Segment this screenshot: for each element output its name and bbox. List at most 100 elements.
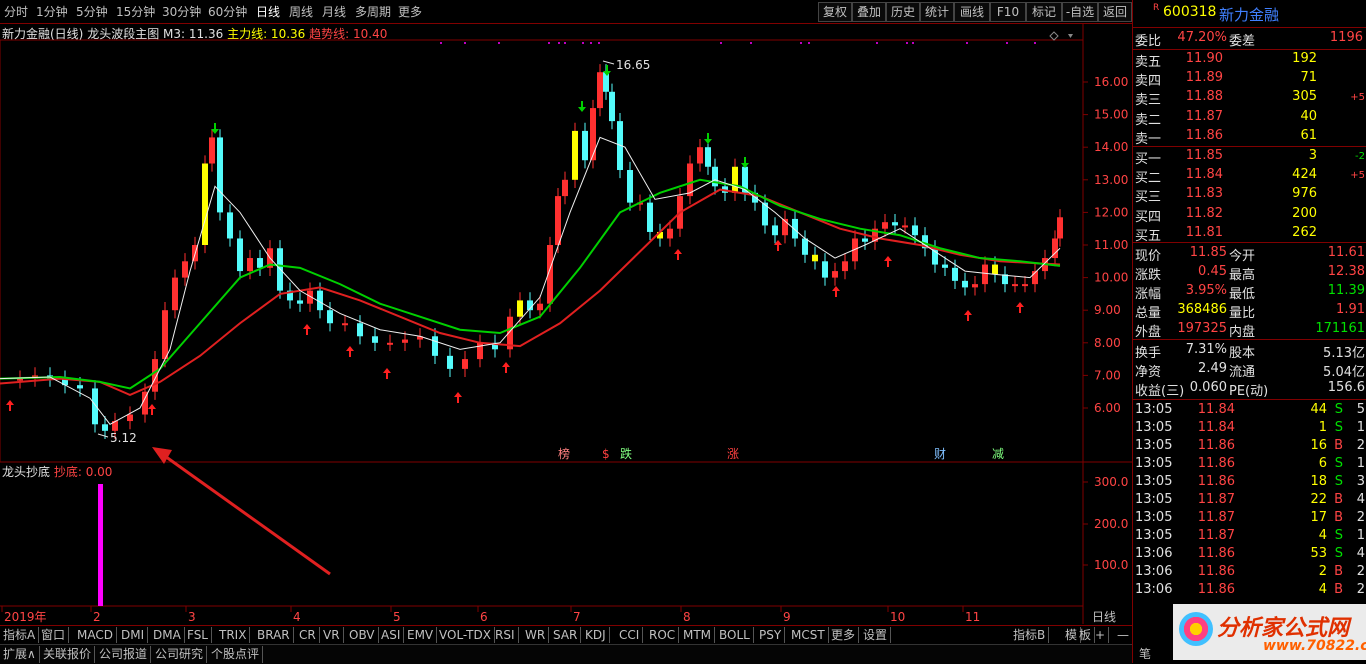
stat-label: 涨跌: [1135, 268, 1162, 283]
period-tab-2[interactable]: 5分钟: [76, 3, 108, 20]
orderbook-row[interactable]: 卖五 11.90 192: [1133, 50, 1366, 70]
period-tab-6[interactable]: 日线: [256, 3, 280, 20]
info-tab-0[interactable]: 扩展∧: [0, 646, 40, 663]
indicator-tab-19[interactable]: ROC: [646, 627, 680, 643]
indicator-right-tab-3[interactable]: +: [1092, 627, 1110, 643]
indicator-name[interactable]: 龙头抄底: [2, 465, 50, 479]
buy-arrow-icon: [674, 249, 682, 260]
orderbook-row[interactable]: 卖一 11.86 61: [1133, 127, 1366, 147]
indicator-tab-0[interactable]: 指标A: [0, 627, 40, 643]
indicator-tab-6[interactable]: TRIX: [216, 627, 251, 643]
indicator-tab-21[interactable]: BOLL: [716, 627, 754, 643]
toolbar-button-4[interactable]: 画线: [954, 2, 990, 22]
indicator-tab-20[interactable]: MTM: [680, 627, 716, 643]
indicator-tab-8[interactable]: CR: [296, 627, 320, 643]
stat-value: 11.61: [1327, 245, 1365, 260]
order-label: 卖三: [1135, 93, 1162, 109]
indicator-tab-23[interactable]: MCST: [788, 627, 829, 643]
candle-body: [705, 147, 711, 167]
toolbar-button-0[interactable]: 复权: [818, 2, 852, 22]
indicator-tab-5[interactable]: FSL: [184, 627, 212, 643]
orderbook-row[interactable]: 卖二 11.87 40: [1133, 108, 1366, 128]
orderbook-row[interactable]: 卖三 11.88 305 +5: [1133, 88, 1366, 109]
order-label: 买五: [1135, 228, 1162, 244]
indicator-tab-16[interactable]: SAR: [550, 627, 582, 643]
toolbar-button-2[interactable]: 历史: [886, 2, 920, 22]
stat-row: 收益(三) 0.060 PE(动) 156.6: [1133, 379, 1366, 399]
info-tab-1[interactable]: 关联报价: [40, 646, 96, 663]
indicator-tab-13[interactable]: VOL-TDX: [436, 627, 495, 643]
indicator-tab-2[interactable]: MACD: [74, 627, 117, 643]
indicator-right-tab-4[interactable]: —: [1114, 627, 1133, 643]
period-tab-1[interactable]: 1分钟: [36, 3, 68, 20]
indicator-tab-24[interactable]: 更多: [828, 627, 860, 643]
period-tab-4[interactable]: 30分钟: [162, 3, 201, 20]
toolbar-button-8[interactable]: 返回: [1098, 2, 1132, 22]
indicator-tab-22[interactable]: PSY: [756, 627, 786, 643]
indicator-tab-11[interactable]: ASI: [378, 627, 405, 643]
stat-row: 现价 11.85 今开 11.61: [1133, 244, 1366, 264]
stat-label: 换手: [1135, 346, 1162, 361]
indicator-tab-9[interactable]: VR: [320, 627, 344, 643]
indicator-tab-7[interactable]: BRAR: [254, 627, 294, 643]
diamond-marker-icon[interactable]: [1049, 31, 1059, 41]
kline-chart[interactable]: 16.00 15.00 14.00 13.00 12.00 11.00 10.00 9.00 8…: [0, 24, 1132, 624]
orderbook-row[interactable]: 买五 11.81 262: [1133, 224, 1366, 244]
indicator-tab-15[interactable]: WR: [522, 627, 550, 643]
pen-button[interactable]: 笔: [1139, 645, 1151, 662]
event-marker[interactable]: 减: [992, 447, 1004, 461]
tick-price: 11.87: [1197, 528, 1235, 543]
candle-body: [227, 212, 233, 239]
date-tick-label: 2: [93, 610, 101, 624]
order-price: 11.90: [1185, 51, 1223, 66]
orderbook-row[interactable]: 卖四 11.89 71: [1133, 69, 1366, 89]
orderbook-row[interactable]: 买三 11.83 976: [1133, 185, 1366, 205]
orderbook-row[interactable]: 买四 11.82 200: [1133, 205, 1366, 225]
tick-count: 2: [1356, 438, 1365, 453]
buy-arrow-icon: [1016, 302, 1024, 313]
stat-label: PE(动): [1229, 384, 1269, 399]
order-volume: 61: [1300, 127, 1317, 143]
toolbar-button-7[interactable]: -自选: [1062, 2, 1098, 22]
indicator-tab-18[interactable]: CCI: [616, 627, 644, 643]
orderbook-row[interactable]: 买一 11.85 3 -2: [1133, 147, 1366, 167]
quote-header: R 600318 新力金融: [1133, 3, 1366, 25]
toolbar-button-1[interactable]: 叠加: [852, 2, 886, 22]
candle-body: [697, 147, 703, 164]
toolbar-button-6[interactable]: 标记: [1026, 2, 1062, 22]
collapse-triangle-icon[interactable]: [1068, 34, 1073, 38]
tick-row: 13:05 11.86 16 B 2: [1133, 437, 1366, 456]
period-label: 日线: [1092, 610, 1116, 624]
indicator-tab-12[interactable]: EMV: [404, 627, 438, 643]
indicator-tab-3[interactable]: DMI: [118, 627, 149, 643]
event-marker[interactable]: 财: [934, 447, 946, 461]
weibi-row: 委比 47.20% 委差 1196: [1133, 29, 1366, 49]
indicator-tab-1[interactable]: 窗口: [38, 627, 70, 643]
period-tab-8[interactable]: 月线: [322, 3, 346, 20]
info-tab-4[interactable]: 个股点评: [208, 646, 264, 663]
period-tab-3[interactable]: 15分钟: [116, 3, 155, 20]
indicator-right-tab-0[interactable]: 指标B: [1010, 627, 1050, 643]
event-marker[interactable]: 跌: [620, 446, 632, 461]
tick-row: 13:05 11.86 18 S 3: [1133, 473, 1366, 492]
indicator-tab-10[interactable]: OBV: [346, 627, 379, 643]
period-tab-10[interactable]: 更多: [398, 3, 422, 20]
orderbook-row[interactable]: 买二 11.84 424 +5: [1133, 166, 1366, 186]
indicator-tab-25[interactable]: 设置: [860, 627, 892, 643]
period-tab-5[interactable]: 60分钟: [208, 3, 247, 20]
event-marker[interactable]: $: [602, 447, 610, 461]
toolbar-button-3[interactable]: 统计: [920, 2, 954, 22]
event-marker[interactable]: 榜: [558, 446, 570, 461]
info-tab-3[interactable]: 公司研究: [152, 646, 208, 663]
period-tab-9[interactable]: 多周期: [355, 3, 391, 20]
tick-row: 13:06 11.86 53 S 4: [1133, 545, 1366, 564]
period-tab-7[interactable]: 周线: [289, 3, 313, 20]
toolbar-button-5[interactable]: F10: [990, 2, 1026, 22]
indicator-tab-4[interactable]: DMA: [150, 627, 185, 643]
info-tab-2[interactable]: 公司报道: [96, 646, 152, 663]
formula-name-label[interactable]: 龙头波段主图: [87, 27, 159, 41]
indicator-tab-14[interactable]: RSI: [492, 627, 519, 643]
indicator-tab-17[interactable]: KDJ: [582, 627, 610, 643]
period-tab-0[interactable]: 分时: [4, 3, 28, 20]
event-marker[interactable]: 涨: [727, 446, 739, 461]
